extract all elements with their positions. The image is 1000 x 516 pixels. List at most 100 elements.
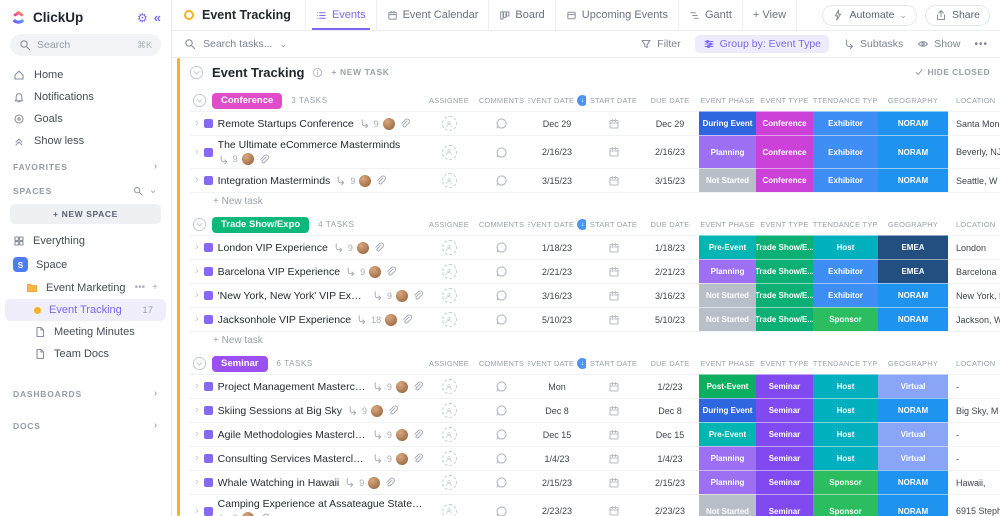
group-name-pill[interactable]: Seminar	[212, 356, 268, 372]
column-header-start-date[interactable]: START DATE	[586, 220, 641, 229]
start-date-calendar-icon[interactable]	[608, 266, 620, 278]
column-header-geography[interactable]: GEOGRAPHY	[878, 359, 948, 368]
location-cell[interactable]: -	[948, 446, 1000, 470]
column-header-event-phase[interactable]: EVENT PHASE	[699, 96, 756, 105]
geography-cell[interactable]: EMEA	[878, 235, 948, 259]
event-phase-cell[interactable]: During Event	[699, 111, 756, 135]
location-cell[interactable]: Santa Monic	[948, 111, 1000, 135]
assignee-add-button[interactable]	[442, 451, 457, 466]
location-cell[interactable]: Jackson, W	[948, 307, 1000, 331]
show-button[interactable]: Show	[917, 38, 960, 50]
column-header-event-type[interactable]: EVENT TYPE	[756, 96, 813, 105]
assignee-add-button[interactable]	[442, 379, 457, 394]
event-date-cell[interactable]: 2/16/23	[528, 135, 586, 168]
comment-icon[interactable]	[495, 117, 508, 130]
new-task-button[interactable]: + NEW TASK	[331, 67, 389, 77]
geography-cell[interactable]: NORAM	[878, 135, 948, 168]
task-row[interactable]: ›Project Management Masterclass9 Mon 1/2…	[189, 374, 1000, 398]
due-date-cell[interactable]: 2/15/23	[641, 470, 699, 494]
comment-icon[interactable]	[495, 313, 508, 326]
expand-chevron-icon[interactable]: ›	[195, 266, 199, 277]
task-status-icon[interactable]	[204, 119, 213, 128]
sort-desc-icon[interactable]: ↓	[577, 358, 586, 369]
sidebar-search-input[interactable]: Search ⌘K	[10, 34, 161, 56]
event-phase-cell[interactable]: Pre-Event	[699, 422, 756, 446]
attendance-type-cell[interactable]: Host	[813, 446, 878, 470]
due-date-cell[interactable]: Dec 29	[641, 111, 699, 135]
event-date-cell[interactable]: Mon	[528, 374, 586, 398]
attendance-type-cell[interactable]: Exhibitor	[813, 259, 878, 283]
column-header-assignee[interactable]: ASSIGNEE	[423, 359, 475, 368]
task-name[interactable]: London VIP Experience	[218, 242, 328, 254]
add-task-row[interactable]: + New task	[189, 331, 1000, 349]
due-date-cell[interactable]: 1/2/23	[641, 374, 699, 398]
geography-cell[interactable]: NORAM	[878, 494, 948, 516]
assignee-add-button[interactable]	[442, 403, 457, 418]
column-header-event-phase[interactable]: EVENT PHASE	[699, 220, 756, 229]
task-status-icon[interactable]	[204, 478, 213, 487]
task-row[interactable]: ›Remote Startups Conference9 Dec 29 Dec …	[189, 111, 1000, 135]
sort-desc-icon[interactable]: ↓	[577, 219, 586, 230]
task-status-icon[interactable]	[204, 291, 213, 300]
event-phase-cell[interactable]: Planning	[699, 135, 756, 168]
due-date-cell[interactable]: 3/16/23	[641, 283, 699, 307]
attendance-type-cell[interactable]: Exhibitor	[813, 135, 878, 168]
comment-icon[interactable]	[495, 404, 508, 417]
group-collapse-icon[interactable]	[192, 356, 207, 371]
tab-events[interactable]: Events	[305, 0, 376, 30]
task-row[interactable]: ›Consulting Services Masterclass9 1/4/23…	[189, 446, 1000, 470]
event-phase-cell[interactable]: Planning	[699, 446, 756, 470]
event-date-cell[interactable]: 2/21/23	[528, 259, 586, 283]
expand-chevron-icon[interactable]: ›	[195, 477, 199, 488]
task-row[interactable]: ›Barcelona VIP Experience9 2/21/23 2/21/…	[189, 259, 1000, 283]
column-header-due-date[interactable]: DUE DATE	[641, 359, 699, 368]
task-status-icon[interactable]	[204, 176, 213, 185]
comment-icon[interactable]	[495, 146, 508, 159]
geography-cell[interactable]: EMEA	[878, 259, 948, 283]
task-status-icon[interactable]	[204, 430, 213, 439]
new-space-button[interactable]: + NEW SPACE	[10, 204, 161, 224]
expand-chevron-icon[interactable]: ›	[195, 506, 199, 516]
event-date-cell[interactable]: 5/10/23	[528, 307, 586, 331]
task-name[interactable]: Agile Methodologies Masterclass	[218, 429, 367, 441]
group-by-button[interactable]: Group by: Event Type	[695, 35, 829, 53]
assignee-add-button[interactable]	[442, 427, 457, 442]
geography-cell[interactable]: NORAM	[878, 398, 948, 422]
location-cell[interactable]: -	[948, 374, 1000, 398]
attendance-type-cell[interactable]: Sponsor	[813, 494, 878, 516]
chevron-down-icon[interactable]: ⌄	[149, 186, 158, 196]
expand-chevron-icon[interactable]: ›	[195, 429, 199, 440]
assignee-add-button[interactable]	[442, 145, 457, 160]
location-cell[interactable]: London	[948, 235, 1000, 259]
geography-cell[interactable]: NORAM	[878, 470, 948, 494]
location-cell[interactable]: Hawaii,	[948, 470, 1000, 494]
task-name[interactable]: Barcelona VIP Experience	[218, 266, 340, 278]
more-options-icon[interactable]: •••	[974, 39, 988, 50]
geography-cell[interactable]: NORAM	[878, 307, 948, 331]
event-phase-cell[interactable]: Planning	[699, 470, 756, 494]
task-row[interactable]: ›Camping Experience at Assateague State …	[189, 494, 1000, 516]
attendance-type-cell[interactable]: Host	[813, 422, 878, 446]
expand-chevron-icon[interactable]: ›	[195, 242, 199, 253]
column-header-location[interactable]: LOCATION	[948, 359, 1000, 368]
sidebar-item-goals[interactable]: Goals	[0, 108, 171, 130]
task-status-icon[interactable]	[204, 454, 213, 463]
task-row[interactable]: ›Jacksonhole VIP Experience18 5/10/23 5/…	[189, 307, 1000, 331]
comment-icon[interactable]	[495, 174, 508, 187]
assignee-add-button[interactable]	[442, 264, 457, 279]
attendance-type-cell[interactable]: Host	[813, 374, 878, 398]
expand-chevron-icon[interactable]: ›	[195, 453, 199, 464]
event-date-cell[interactable]: Dec 29	[528, 111, 586, 135]
geography-cell[interactable]: NORAM	[878, 168, 948, 192]
column-header-start-date[interactable]: START DATE	[586, 96, 641, 105]
search-tasks-input[interactable]: Search tasks... ⌄	[184, 38, 287, 50]
dashboards-section-header[interactable]: DASHBOARDS ›	[0, 379, 171, 403]
start-date-calendar-icon[interactable]	[608, 314, 620, 326]
assignee-add-button[interactable]	[442, 288, 457, 303]
column-header-event-date[interactable]: EVENT DATE↓	[528, 219, 586, 230]
column-header-assignee[interactable]: ASSIGNEE	[423, 220, 475, 229]
start-date-calendar-icon[interactable]	[608, 477, 620, 489]
event-phase-cell[interactable]: During Event	[699, 398, 756, 422]
event-phase-cell[interactable]: Not Started	[699, 168, 756, 192]
column-header-due-date[interactable]: DUE DATE	[641, 220, 699, 229]
